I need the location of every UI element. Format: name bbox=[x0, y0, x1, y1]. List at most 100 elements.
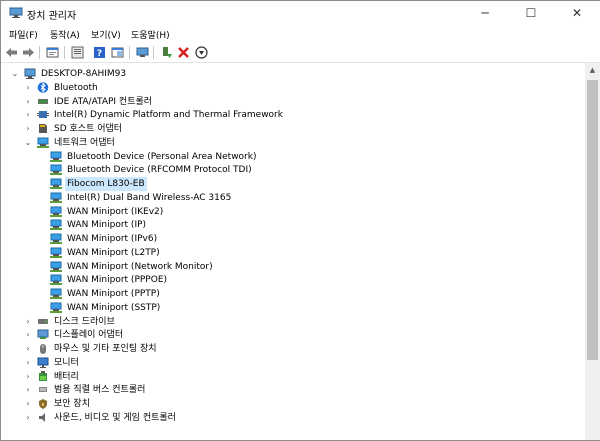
network-adapter-icon bbox=[50, 274, 62, 286]
update-driver-icon[interactable] bbox=[159, 45, 174, 60]
tree-item-label: 보안 장치 bbox=[54, 399, 90, 409]
expand-arrow-icon[interactable]: › bbox=[24, 315, 32, 329]
expand-arrow-icon[interactable]: › bbox=[24, 81, 32, 95]
tree-item-label: 디스플레이 어댑터 bbox=[54, 330, 124, 341]
chip-icon bbox=[37, 111, 49, 119]
scrollbar-thumb[interactable] bbox=[587, 80, 598, 360]
expand-arrow-icon[interactable]: › bbox=[24, 328, 32, 342]
tree-item-label: Bluetooth bbox=[54, 82, 98, 93]
tree-item-label: Bluetooth Device (RFCOMM Protocol TDI) bbox=[67, 165, 252, 176]
sound-icon bbox=[39, 412, 45, 422]
tree-device[interactable]: Bluetooth Device (RFCOMM Protocol TDI) bbox=[1, 163, 585, 177]
mouse-icon bbox=[40, 344, 46, 354]
bluetooth-icon bbox=[37, 81, 49, 93]
toolbar-separator bbox=[153, 46, 154, 59]
properties-icon[interactable] bbox=[45, 45, 60, 60]
toolbar-separator bbox=[64, 46, 65, 59]
vertical-scrollbar[interactable]: ▲ bbox=[585, 63, 600, 440]
back-icon[interactable] bbox=[4, 45, 19, 60]
expand-arrow-icon[interactable]: › bbox=[24, 383, 32, 397]
tree-device[interactable]: WAN Miniport (IP) bbox=[1, 218, 585, 232]
tree-device[interactable]: WAN Miniport (IKEv2) bbox=[1, 205, 585, 219]
tree-category[interactable]: › 마우스 및 기타 포인팅 장치 bbox=[1, 342, 585, 356]
tree-item-label: WAN Miniport (Network Monitor) bbox=[67, 261, 213, 272]
tree-item-label: 모니터 bbox=[54, 357, 79, 368]
collapse-arrow-icon[interactable]: ⌄ bbox=[24, 136, 32, 150]
tree-item-label: DESKTOP-8AHIM93 bbox=[41, 69, 127, 79]
tree-category[interactable]: › IDE ATA/ATAPI 컨트롤러 bbox=[1, 95, 585, 109]
uninstall-icon[interactable] bbox=[176, 45, 191, 60]
show-hidden-icon[interactable] bbox=[70, 45, 85, 60]
menu-action[interactable]: 동작(A) bbox=[50, 28, 80, 41]
window-title: 장치 관리자 bbox=[27, 11, 77, 22]
scan-hardware-icon[interactable] bbox=[135, 45, 150, 60]
network-adapter-icon bbox=[50, 151, 62, 162]
forward-icon[interactable] bbox=[21, 45, 36, 60]
expand-arrow-icon[interactable]: › bbox=[24, 411, 32, 425]
tree-device[interactable]: WAN Miniport (L2TP) bbox=[1, 246, 585, 260]
tree-device[interactable]: WAN Miniport (IPv6) bbox=[1, 232, 585, 246]
close-button[interactable]: ✕ bbox=[554, 1, 600, 26]
minimize-button[interactable]: ─ bbox=[462, 1, 508, 26]
tree-category[interactable]: › 모니터 bbox=[1, 356, 585, 370]
maximize-button[interactable]: ☐ bbox=[508, 1, 554, 26]
tree-item-label: 디스크 드라이브 bbox=[54, 316, 115, 327]
tree-device[interactable]: Bluetooth Device (Personal Area Network) bbox=[1, 150, 585, 164]
network-adapter-icon bbox=[50, 164, 62, 176]
expand-arrow-icon[interactable]: › bbox=[24, 356, 32, 370]
tree-device[interactable]: WAN Miniport (PPPOE) bbox=[1, 273, 585, 287]
tree-item-label: WAN Miniport (IP) bbox=[67, 220, 147, 231]
expand-arrow-icon[interactable]: › bbox=[24, 342, 32, 356]
tree-category[interactable]: ⌄ 네트워크 어댑터 bbox=[1, 136, 585, 150]
network-adapter-icon bbox=[50, 302, 62, 313]
menu-file[interactable]: 파일(F) bbox=[9, 28, 38, 41]
sd-card-icon bbox=[39, 124, 47, 133]
tree-device[interactable]: Fibocom L830-EB bbox=[1, 177, 585, 191]
device-tree: ⌄ DESKTOP-8AHIM93 › Bluetooth › IDE ATA/ATAPI… bbox=[1, 63, 585, 440]
tree-device[interactable]: WAN Miniport (SSTP) bbox=[1, 301, 585, 315]
menu-help[interactable]: 도움말(H) bbox=[131, 28, 170, 41]
tree-category[interactable]: › 디스크 드라이브 bbox=[1, 315, 585, 329]
tree-item-label: 네트워크 어댑터 bbox=[54, 137, 115, 148]
tree-root[interactable]: ⌄ DESKTOP-8AHIM93 bbox=[1, 67, 585, 81]
scroll-up-arrow-icon[interactable]: ▲ bbox=[585, 63, 600, 78]
title-bar: 장치 관리자 ─ ☐ ✕ bbox=[1, 1, 600, 26]
tree-item-label: 사운드, 비디오 및 게임 컨트롤러 bbox=[54, 412, 176, 423]
tree-item-label: IDE ATA/ATAPI 컨트롤러 bbox=[54, 96, 153, 107]
device-manager-window: 장치 관리자 ─ ☐ ✕ 파일(F) 동작(A) 보기(V) 도움말(H) ? bbox=[0, 0, 600, 441]
disable-icon[interactable] bbox=[194, 45, 209, 60]
expand-arrow-icon[interactable]: › bbox=[24, 95, 32, 109]
network-adapter-icon bbox=[50, 206, 62, 217]
network-adapter-icon bbox=[50, 219, 62, 231]
tree-category[interactable]: › Intel(R) Dynamic Platform and Thermal F… bbox=[1, 108, 585, 122]
expand-arrow-icon[interactable]: › bbox=[24, 397, 32, 411]
tree-device[interactable]: WAN Miniport (PPTP) bbox=[1, 287, 585, 301]
help-icon[interactable]: ? bbox=[92, 45, 107, 60]
network-adapter-icon bbox=[50, 288, 62, 299]
menu-bar: 파일(F) 동작(A) 보기(V) 도움말(H) bbox=[1, 26, 600, 43]
tree-category[interactable]: › SD 호스트 어댑터 bbox=[1, 122, 585, 136]
computer-icon bbox=[24, 68, 36, 79]
toolbar: ? bbox=[1, 43, 600, 63]
tree-device[interactable]: Intel(R) Dual Band Wireless-AC 3165 bbox=[1, 191, 585, 205]
tree-item-label: 마우스 및 기타 포인팅 장치 bbox=[54, 344, 157, 354]
tree-category[interactable]: › 디스플레이 어댑터 bbox=[1, 328, 585, 342]
tree-item-label: Bluetooth Device (Personal Area Network) bbox=[67, 151, 257, 162]
expand-arrow-icon[interactable]: › bbox=[24, 108, 32, 122]
network-adapter-icon bbox=[50, 261, 62, 272]
expand-arrow-icon[interactable]: › bbox=[24, 122, 32, 136]
console-icon[interactable] bbox=[110, 45, 125, 60]
expand-arrow-icon[interactable]: › bbox=[24, 370, 32, 384]
tree-category[interactable]: › 범용 직렬 버스 컨트롤러 bbox=[1, 383, 585, 397]
security-device-icon bbox=[39, 399, 47, 409]
ide-controller-icon bbox=[38, 98, 48, 104]
tree-category[interactable]: › Bluetooth bbox=[1, 81, 585, 95]
menu-view[interactable]: 보기(V) bbox=[91, 28, 121, 41]
tree-category[interactable]: › 보안 장치 bbox=[1, 397, 585, 411]
collapse-arrow-icon[interactable]: ⌄ bbox=[11, 67, 19, 81]
tree-item-label: WAN Miniport (PPTP) bbox=[67, 289, 160, 299]
tree-category[interactable]: › 사운드, 비디오 및 게임 컨트롤러 bbox=[1, 411, 585, 425]
network-adapter-icon bbox=[50, 192, 62, 203]
tree-category[interactable]: › 배터리 bbox=[1, 370, 585, 384]
tree-device[interactable]: WAN Miniport (Network Monitor) bbox=[1, 260, 585, 274]
